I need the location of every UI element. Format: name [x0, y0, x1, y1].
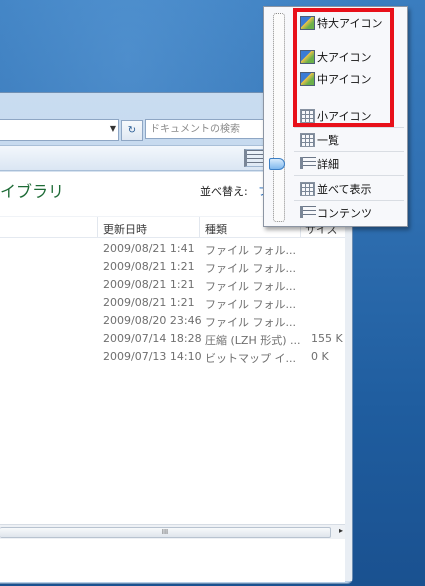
column-divider[interactable] — [97, 217, 98, 237]
view-size-slider[interactable] — [273, 13, 285, 222]
library-title: イブラリ — [0, 182, 65, 201]
column-type[interactable]: 種類 — [205, 221, 227, 237]
menu-item-content[interactable]: コンテンツ — [299, 202, 403, 222]
row-size: 155 K — [311, 332, 343, 345]
column-modified[interactable]: 更新日時 — [103, 221, 147, 237]
row-type: ファイル フォル... — [205, 244, 296, 257]
row-type: 圧縮 (LZH 形式) ... — [205, 334, 301, 347]
scrollbar-grip: III — [161, 528, 169, 536]
menu-item-tiles[interactable]: 並べて表示 — [299, 178, 403, 198]
table-row[interactable]: 2009/08/21 1:21 ファイル フォル... — [0, 294, 345, 312]
address-bar[interactable]: ▼ — [0, 119, 119, 141]
file-list-pane: イブラリ 並べ替え: フ 更新日時 種類 サイズ 2009/08/21 1:41… — [0, 171, 345, 582]
menu-item-label: 並べて表示 — [317, 183, 372, 196]
scrollbar-thumb[interactable]: III — [0, 527, 331, 538]
menu-separator — [294, 127, 404, 128]
sort-label: 並べ替え: — [200, 185, 248, 198]
menu-item-details[interactable]: 詳細 — [299, 153, 403, 173]
menu-item-list[interactable]: 一覧 — [299, 129, 403, 149]
row-type: ファイル フォル... — [205, 280, 296, 293]
content-view-icon — [300, 206, 316, 218]
row-date: 2009/08/21 1:21 — [103, 260, 195, 273]
row-date: 2009/08/21 1:21 — [103, 278, 195, 291]
row-type: ビットマップ イ... — [205, 352, 296, 365]
view-size-slider-thumb[interactable] — [269, 158, 285, 170]
menu-separator — [294, 175, 404, 176]
address-dropdown-icon[interactable]: ▼ — [110, 124, 116, 133]
menu-separator — [294, 200, 404, 201]
table-row[interactable]: 2009/08/21 1:21 ファイル フォル... — [0, 258, 345, 276]
menu-item-label: 一覧 — [317, 134, 339, 147]
list-view-icon — [300, 133, 315, 147]
table-row[interactable]: 2009/08/20 23:46 ファイル フォル... — [0, 312, 345, 330]
menu-item-label: 詳細 — [317, 158, 339, 171]
table-row[interactable]: 2009/08/21 1:41 ファイル フォル... — [0, 240, 345, 258]
row-type: ファイル フォル... — [205, 262, 296, 275]
details-view-icon — [300, 157, 316, 169]
refresh-button[interactable]: ↻ — [121, 120, 143, 141]
column-divider[interactable] — [199, 217, 200, 237]
row-date: 2009/08/21 1:21 — [103, 296, 195, 309]
vertical-scrollbar[interactable] — [345, 171, 352, 581]
search-input[interactable]: ドキュメントの検索 — [145, 119, 267, 139]
table-row[interactable]: 2009/08/21 1:21 ファイル フォル... — [0, 276, 345, 294]
row-date: 2009/07/13 14:10 — [103, 350, 202, 363]
row-type: ファイル フォル... — [205, 316, 296, 329]
row-date: 2009/08/21 1:41 — [103, 242, 195, 255]
scroll-right-icon[interactable]: ▸ — [339, 526, 343, 535]
horizontal-scrollbar[interactable]: III ▸ — [0, 524, 345, 539]
tiles-view-icon — [300, 182, 315, 196]
table-row[interactable]: 2009/07/14 18:28 圧縮 (LZH 形式) ... 155 K — [0, 330, 345, 348]
menu-item-label: コンテンツ — [317, 207, 372, 220]
table-row[interactable]: 2009/07/13 14:10 ビットマップ イ... 0 K — [0, 348, 345, 366]
row-type: ファイル フォル... — [205, 298, 296, 311]
row-date: 2009/07/14 18:28 — [103, 332, 202, 345]
menu-separator — [294, 151, 404, 152]
row-size: 0 K — [311, 350, 329, 363]
row-date: 2009/08/20 23:46 — [103, 314, 202, 327]
highlight-box — [293, 8, 394, 127]
